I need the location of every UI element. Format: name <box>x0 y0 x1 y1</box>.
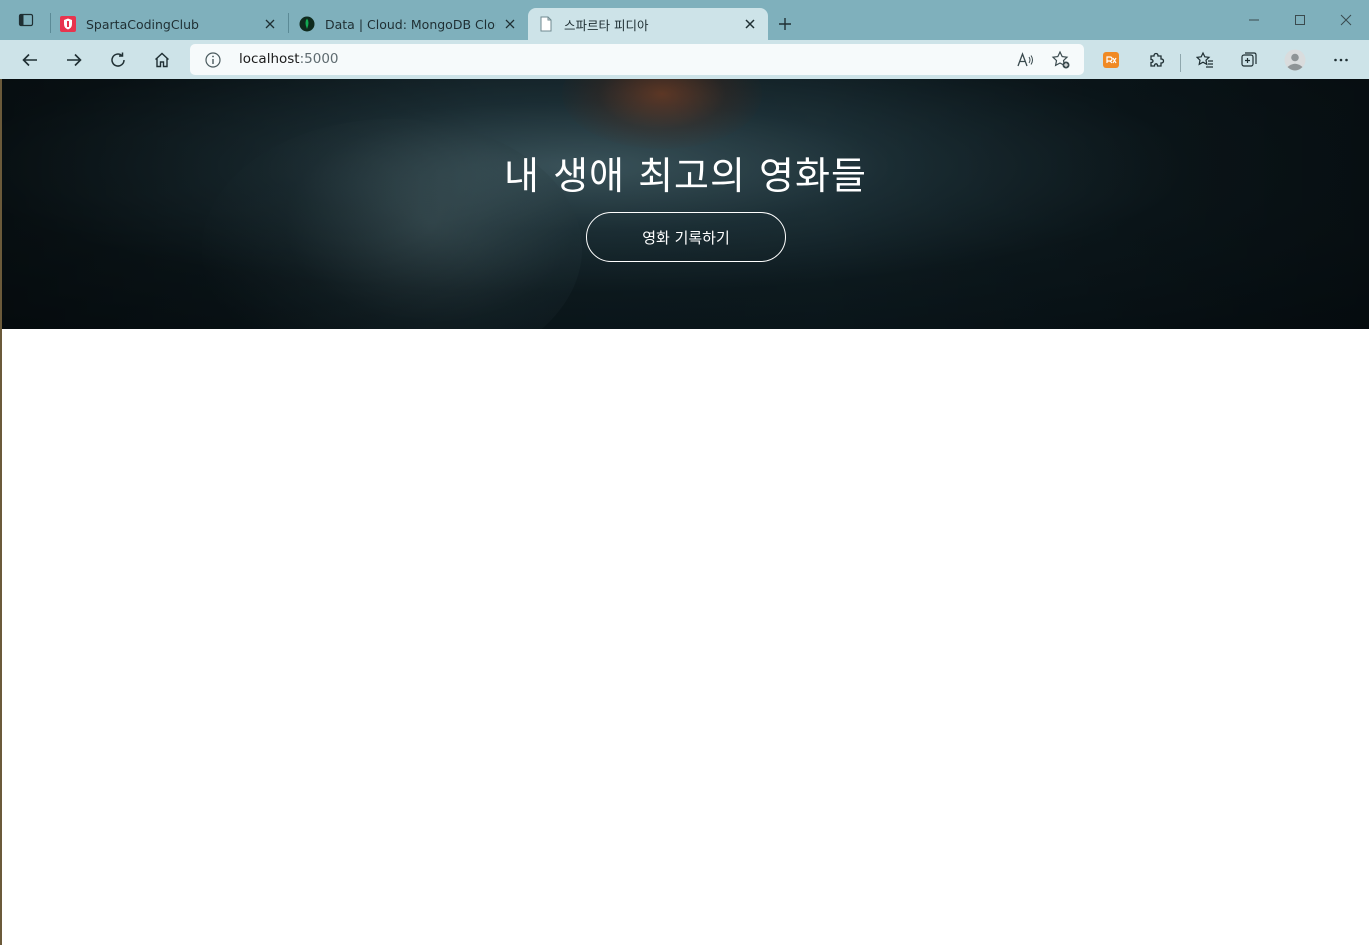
tab-mongodb[interactable]: Data | Cloud: MongoDB Cloud <box>289 8 527 40</box>
address-bar[interactable]: localhost:5000 <box>190 44 1084 75</box>
tab-strip: SpartaCodingClub Data | Cloud: MongoDB C… <box>0 0 1369 40</box>
more-dots-icon <box>1334 58 1348 62</box>
site-info-icon[interactable] <box>204 51 222 69</box>
new-tab-button[interactable] <box>772 11 798 37</box>
plus-icon <box>779 18 791 30</box>
tab-title: SpartaCodingClub <box>86 16 199 32</box>
maximize-button[interactable] <box>1285 8 1315 32</box>
home-icon <box>155 52 169 68</box>
favorites-list-icon <box>1196 51 1213 68</box>
back-button[interactable] <box>14 44 46 76</box>
close-tab-icon[interactable] <box>502 16 517 32</box>
hero-title: 내 생애 최고의 영화들 <box>504 154 867 198</box>
refresh-button[interactable] <box>102 44 134 76</box>
favorites-button[interactable] <box>1189 44 1221 76</box>
tab-spartapedia[interactable]: 스파르타 피디아 <box>528 8 768 40</box>
home-button[interactable] <box>146 44 178 76</box>
blank-page-icon <box>538 16 554 32</box>
collections-icon <box>1241 52 1257 67</box>
tab-title: 스파르타 피디아 <box>564 17 649 33</box>
browser-window: SpartaCodingClub Data | Cloud: MongoDB C… <box>0 0 1369 945</box>
arrow-right-icon <box>67 53 82 67</box>
close-window-button[interactable] <box>1331 8 1361 32</box>
forward-button[interactable] <box>58 44 90 76</box>
extension-rx-button[interactable] <box>1095 44 1127 76</box>
maximize-icon <box>1295 15 1305 25</box>
hero-overlay <box>2 79 1369 329</box>
record-movie-button[interactable]: 영화 기록하기 <box>586 212 786 262</box>
close-icon <box>1340 14 1352 26</box>
page-content: 내 생애 최고의 영화들 영화 기록하기 <box>2 79 1369 945</box>
url-host: localhost <box>239 51 300 67</box>
read-aloud-button[interactable] <box>1012 47 1038 73</box>
url-text[interactable]: localhost:5000 <box>239 51 339 67</box>
tab-title: Data | Cloud: MongoDB Cloud <box>325 16 497 32</box>
url-port: :5000 <box>299 51 339 67</box>
close-tab-icon[interactable] <box>262 16 278 32</box>
extensions-button[interactable] <box>1140 44 1172 76</box>
settings-menu-button[interactable] <box>1325 44 1357 76</box>
arrow-left-icon <box>22 53 37 67</box>
avatar-icon <box>1284 49 1306 71</box>
collections-button[interactable] <box>1233 44 1265 76</box>
puzzle-icon <box>1150 52 1165 67</box>
profile-button[interactable] <box>1279 44 1311 76</box>
tab-actions-button[interactable] <box>8 6 44 34</box>
mongodb-leaf-icon <box>299 16 315 32</box>
close-tab-icon[interactable] <box>742 16 758 32</box>
hero-banner: 내 생애 최고의 영화들 영화 기록하기 <box>2 79 1369 329</box>
extension-badge-icon <box>1103 52 1119 68</box>
star-plus-icon <box>1051 50 1070 69</box>
tab-sparta[interactable]: SpartaCodingClub <box>50 8 288 40</box>
tab-actions-icon <box>18 13 34 27</box>
sparta-icon <box>60 16 76 32</box>
read-aloud-icon <box>1017 52 1033 67</box>
toolbar-divider <box>1180 54 1181 72</box>
refresh-icon <box>111 52 125 67</box>
add-favorite-button[interactable] <box>1048 47 1074 73</box>
navigation-toolbar: localhost:5000 <box>0 40 1369 79</box>
minimize-button[interactable] <box>1239 8 1269 32</box>
minimize-icon <box>1249 19 1259 21</box>
